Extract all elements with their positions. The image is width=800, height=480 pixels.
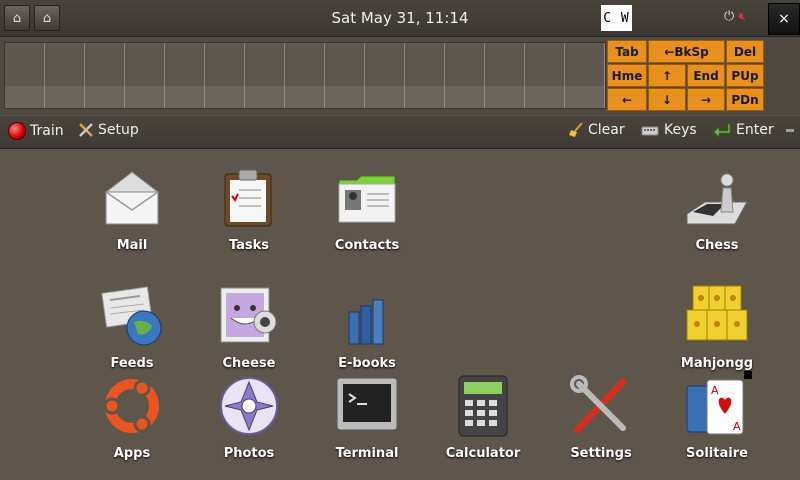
handwriting-input-strip[interactable] [4,42,606,109]
app-tasks[interactable]: Tasks [194,166,304,253]
cheese-icon [220,287,277,343]
app-mahjongg[interactable]: Mahjongg [662,284,772,371]
svg-text:A: A [711,384,719,397]
key-page-down[interactable]: PDn [726,88,764,111]
keyboard-icon [641,126,659,136]
key-left[interactable]: ← [607,88,647,111]
key-tab[interactable]: Tab [607,40,647,63]
key-home[interactable]: Hme [607,64,647,87]
top-panel: ⌂ ⌂ Sat May 31, 11:14 C W ⏻ 🔇︎ × [0,0,800,37]
key-right[interactable]: → [687,88,725,111]
app-contacts[interactable]: Contacts [312,166,422,253]
keyboard-toolbar: Train Setup Clear Keys Enter [0,116,800,149]
app-ebooks[interactable]: E-books [312,284,422,371]
setup-button[interactable]: Setup [78,122,139,138]
tasks-icon [224,169,272,227]
app-chess[interactable]: Chess [662,166,772,253]
enter-label: Enter [736,122,774,138]
key-delete[interactable]: Del [726,40,764,63]
keys-label: Keys [664,122,697,138]
toolbar-grip[interactable] [786,129,794,132]
record-icon [8,122,26,140]
key-end[interactable]: End [687,64,725,87]
key-page-up[interactable]: PUp [726,64,764,87]
ebooks-icon [348,299,384,345]
ubuntu-icon [103,379,159,433]
train-button[interactable]: Train [8,122,64,140]
settings-icon [570,375,627,434]
feeds-icon [101,286,162,346]
clear-label: Clear [588,122,625,138]
volume-muted-icon[interactable]: 🔇︎ [738,9,746,23]
contacts-icon [338,175,396,223]
mail-icon [104,171,160,225]
app-mail[interactable]: Mail [77,166,187,253]
calculator-icon [458,375,508,437]
clock: Sat May 31, 11:14 [331,9,469,27]
app-solitaire[interactable]: A A Solitaire [662,374,772,461]
special-keys: Tab ←BkSp Del Hme ↑ End PUp ← ↓ → PDn [607,40,764,112]
setup-label: Setup [98,122,139,138]
cw-logo[interactable]: C W [601,5,632,31]
solitaire-icon: A A [686,379,744,435]
app-terminal[interactable]: Terminal [312,374,422,461]
power-plug-icon[interactable]: ⏻ [724,9,734,24]
enter-button[interactable]: Enter [712,122,774,138]
clear-button[interactable]: Clear [568,122,625,138]
app-photos[interactable]: Photos [194,374,304,461]
svg-text:A: A [733,420,741,433]
train-label: Train [30,123,64,139]
app-apps[interactable]: Apps [77,374,187,461]
app-calculator[interactable]: Calculator [428,374,538,461]
tools-icon [79,123,93,137]
key-up[interactable]: ↑ [648,64,686,87]
close-button[interactable]: × [768,3,800,35]
handwriting-keyboard: Tab ←BkSp Del Hme ↑ End PUp ← ↓ → PDn [0,37,800,115]
terminal-icon [336,377,398,431]
mahjongg-icon [686,285,748,341]
key-backspace[interactable]: ←BkSp [648,40,725,63]
keys-button[interactable]: Keys [640,122,697,138]
photos-icon [220,377,278,435]
key-down[interactable]: ↓ [648,88,686,111]
app-feeds[interactable]: Feeds [77,284,187,371]
system-tray: ⏻ 🔇︎ [724,9,746,24]
enter-arrow-icon [713,123,731,138]
app-cheese[interactable]: Cheese [194,284,304,371]
app-settings[interactable]: Settings [546,374,656,461]
chess-icon [686,173,748,225]
broom-icon [569,122,583,137]
